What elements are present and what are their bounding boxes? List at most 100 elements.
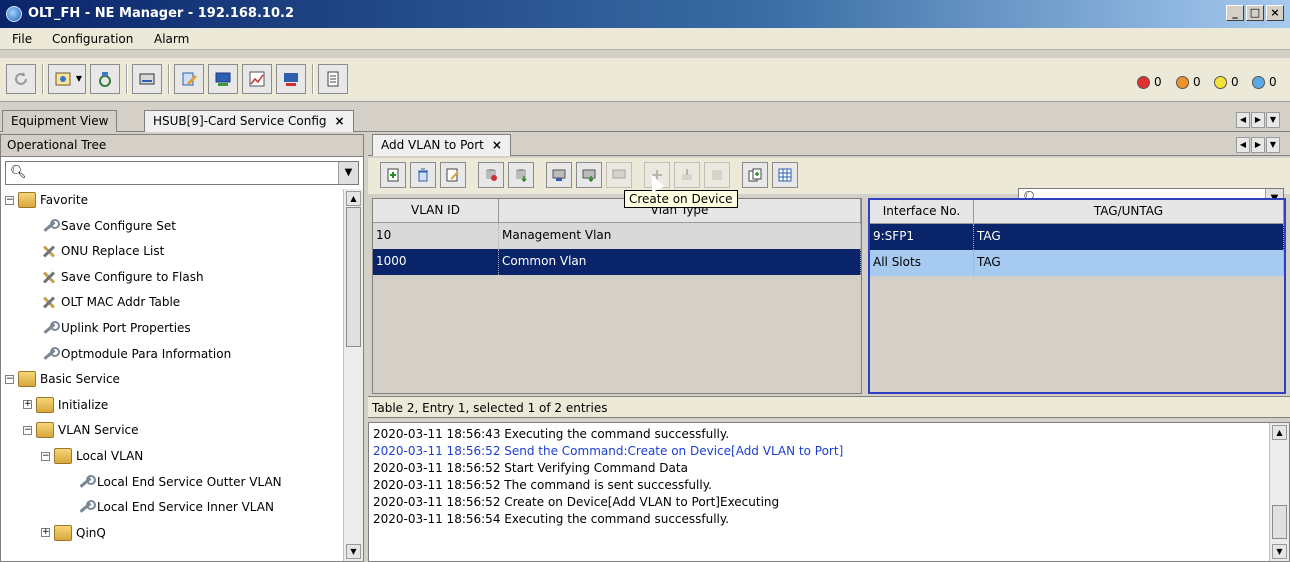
tree-item[interactable]: − Basic Service: [5, 368, 120, 390]
device-query-icon: [552, 169, 566, 181]
scroll-down-button[interactable]: ▼: [1272, 544, 1287, 559]
column-header-interface[interactable]: Interface No.: [870, 200, 974, 224]
tree-item[interactable]: Local End Service Inner VLAN: [77, 496, 274, 518]
create-on-device-button[interactable]: [576, 162, 602, 188]
refresh-button[interactable]: [6, 64, 36, 94]
terminal-icon: [215, 72, 231, 86]
table-row[interactable]: 9:SFP1 TAG: [870, 224, 1284, 250]
alarm-critical[interactable]: 0: [1137, 75, 1162, 89]
terminal-button[interactable]: [208, 64, 238, 94]
upload-button[interactable]: [674, 162, 700, 188]
tree-item-label: ONU Replace List: [61, 244, 165, 259]
collapse-icon[interactable]: −: [5, 374, 14, 384]
tree-item[interactable]: ONU Replace List: [41, 240, 164, 262]
log-button[interactable]: [318, 64, 348, 94]
tree-item-label: Optmodule Para Information: [61, 346, 232, 361]
tab-scroll-right-button[interactable]: ▶: [1251, 112, 1265, 128]
log-scrollbar[interactable]: ▲ ▼: [1269, 423, 1289, 561]
wrench-icon: [41, 218, 60, 234]
tree-scrollbar[interactable]: ▲ ▼: [343, 189, 363, 561]
delete-on-device-button[interactable]: [606, 162, 632, 188]
add-button[interactable]: [380, 162, 406, 188]
scroll-up-button[interactable]: ▲: [1272, 425, 1287, 440]
read-button[interactable]: [478, 162, 504, 188]
tree-item[interactable]: Local End Service Outter VLAN: [77, 471, 282, 493]
tree-item[interactable]: + QinQ: [41, 522, 106, 544]
compare-button[interactable]: [704, 162, 730, 188]
table-row[interactable]: 1000 Common Vlan: [373, 249, 861, 275]
tag-cell: TAG: [974, 250, 1284, 276]
expand-icon[interactable]: +: [23, 400, 32, 410]
collapse-icon[interactable]: −: [23, 425, 32, 435]
collapse-icon[interactable]: −: [5, 195, 14, 205]
subtab-list-button[interactable]: ▼: [1266, 137, 1280, 153]
alarm-warning[interactable]: 0: [1252, 75, 1277, 89]
table-row[interactable]: 10 Management Vlan: [373, 223, 861, 249]
tab-list-button[interactable]: ▼: [1266, 112, 1280, 128]
query-device-button[interactable]: [546, 162, 572, 188]
tree-item[interactable]: − Local VLAN: [41, 445, 143, 467]
scroll-down-button[interactable]: ▼: [346, 544, 361, 559]
interface-cell: 9:SFP1: [870, 224, 974, 250]
subtab-scroll-right-button[interactable]: ▶: [1251, 137, 1265, 153]
folder-icon: [36, 396, 54, 413]
menu-alarm[interactable]: Alarm: [154, 32, 189, 46]
tree-item[interactable]: − Favorite: [5, 189, 88, 211]
tree-item-label: Basic Service: [40, 372, 120, 387]
operational-tree-panel: Operational Tree 🔍︎ ▼ − Favorite Save Conf…: [0, 134, 364, 562]
tree-item[interactable]: Uplink Port Properties: [41, 317, 191, 339]
edit-config-button[interactable]: [174, 64, 204, 94]
close-tab-icon[interactable]: ×: [492, 138, 502, 152]
collapse-icon[interactable]: −: [41, 451, 50, 461]
subtab-scroll-left-button[interactable]: ◀: [1236, 137, 1250, 153]
window-title: OLT_FH - NE Manager - 192.168.10.2: [28, 6, 294, 21]
log-line: 2020-03-11 18:56:52 Start Verifying Comm…: [373, 461, 688, 475]
tab-scroll-left-button[interactable]: ◀: [1236, 112, 1250, 128]
folder-icon: [18, 371, 36, 388]
tree-item[interactable]: OLT MAC Addr Table: [41, 291, 180, 313]
vlan-type-cell: Common Vlan: [499, 249, 861, 275]
column-header-tag[interactable]: TAG/UNTAG: [974, 200, 1284, 224]
scrollbar-thumb[interactable]: [1272, 505, 1287, 539]
tree-item[interactable]: − VLAN Service: [23, 419, 139, 441]
panel-title: Operational Tree: [1, 135, 363, 157]
menu-file[interactable]: File: [12, 32, 32, 46]
scrollbar-thumb[interactable]: [346, 207, 361, 347]
menu-configuration[interactable]: Configuration: [52, 32, 133, 46]
close-tab-icon[interactable]: ×: [335, 114, 345, 128]
network-button[interactable]: [90, 64, 120, 94]
alarm-major[interactable]: 0: [1176, 75, 1201, 89]
column-header-vlan-id[interactable]: VLAN ID: [373, 199, 499, 223]
close-window-button[interactable]: ×: [1266, 5, 1284, 21]
content-area: Add VLAN to Port × ◀ ▶ ▼ 🔍︎ ▼ Create on D…: [368, 134, 1290, 562]
tree-item[interactable]: Optmodule Para Information: [41, 343, 231, 365]
scroll-up-button[interactable]: ▲: [346, 191, 361, 206]
delete-button[interactable]: [410, 162, 436, 188]
folder-icon: [18, 192, 36, 208]
tree-search-input[interactable]: 🔍︎ ▼: [5, 161, 359, 185]
edit-button[interactable]: [440, 162, 466, 188]
table-button[interactable]: [772, 162, 798, 188]
tree-item-label: VLAN Service: [58, 423, 139, 438]
minimize-button[interactable]: _: [1226, 5, 1244, 21]
tab-card-service-config[interactable]: HSUB[9]-Card Service Config ×: [144, 110, 354, 132]
expand-icon[interactable]: +: [41, 528, 50, 538]
maximize-button[interactable]: □: [1246, 5, 1264, 21]
module-dropdown-button[interactable]: ▼: [48, 64, 86, 94]
edit-icon: [446, 168, 459, 182]
download-button[interactable]: [508, 162, 534, 188]
folder-icon: [54, 524, 72, 541]
tools-icon: [41, 294, 57, 310]
tree-item[interactable]: + Initialize: [23, 394, 108, 416]
tree-item[interactable]: Save Configure Set: [41, 215, 176, 237]
copy-button[interactable]: [742, 162, 768, 188]
alarm-device-button[interactable]: [276, 64, 306, 94]
table-row[interactable]: All Slots TAG: [870, 250, 1284, 276]
statistics-button[interactable]: [242, 64, 272, 94]
chevron-down-icon[interactable]: ▼: [338, 162, 358, 184]
onu-button[interactable]: [132, 64, 162, 94]
alarm-minor[interactable]: 0: [1214, 75, 1239, 89]
tab-add-vlan-to-port[interactable]: Add VLAN to Port ×: [372, 134, 511, 156]
tab-equipment-view[interactable]: Equipment View: [2, 110, 118, 132]
tree-item[interactable]: Save Configure to Flash: [41, 266, 204, 288]
